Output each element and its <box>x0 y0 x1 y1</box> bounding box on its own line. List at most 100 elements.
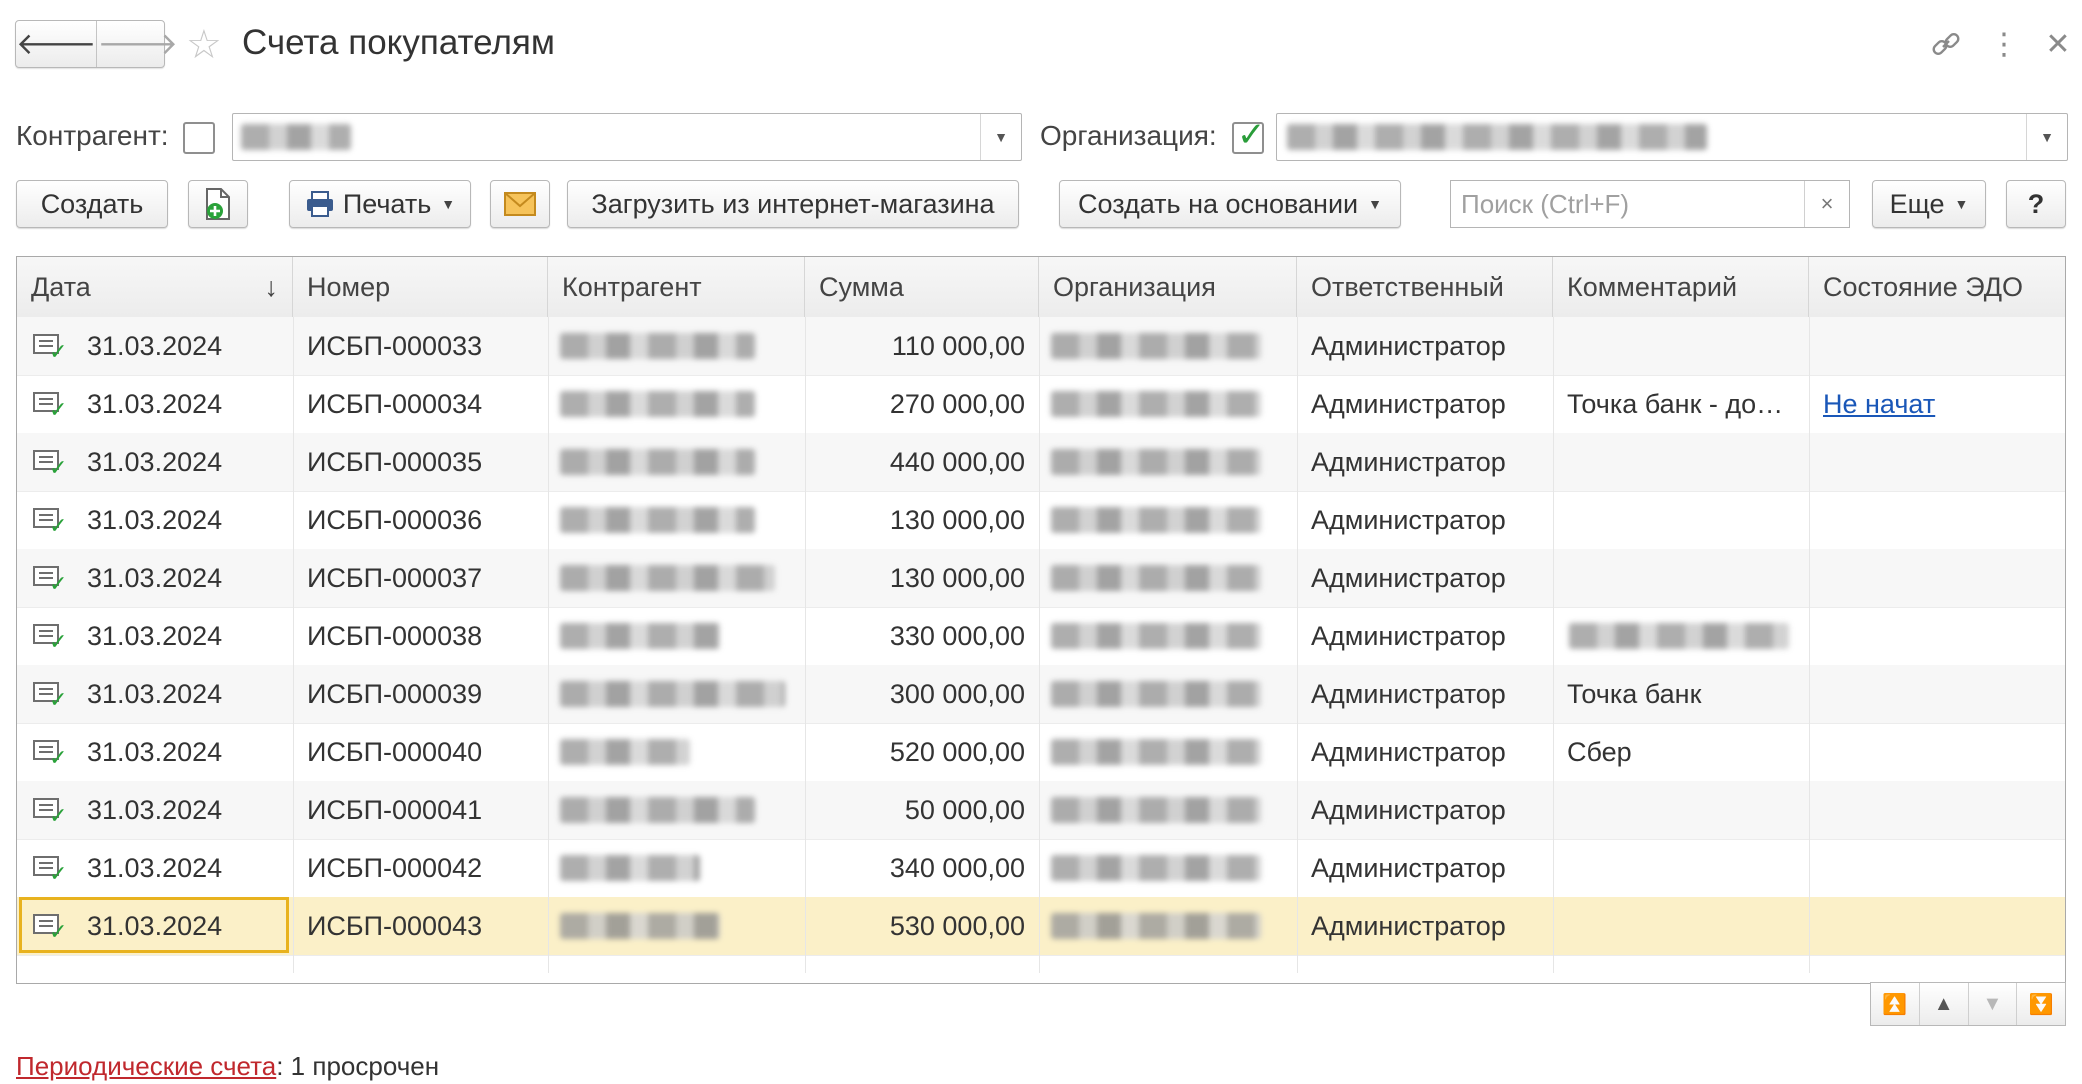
scroll-down-button[interactable]: ▼ <box>1969 983 2018 1025</box>
checkmark-icon: ✓ <box>49 803 68 828</box>
cell-counterparty-redacted <box>548 433 805 491</box>
page-title: Счета покупателям <box>242 23 555 62</box>
redacted-text <box>1051 507 1261 533</box>
document-posted-icon: ✓ <box>33 682 67 711</box>
table-row[interactable]: 31.03.2024 ИСБП-000041 50 000,00 Администра… <box>17 781 2065 840</box>
forward-button[interactable]: 🡒 <box>96 21 178 67</box>
redacted-text <box>560 623 720 649</box>
cell-comment <box>1553 433 1809 491</box>
organization-combo[interactable]: ▼ <box>1276 113 2068 161</box>
create-button[interactable]: Создать <box>16 180 168 228</box>
redacted-text <box>560 681 785 707</box>
cell-organization-redacted <box>1039 491 1297 549</box>
table-row[interactable]: 31.03.2024 ИСБП-000036 130 000,00 Администр… <box>17 491 2065 550</box>
cell-sum: 300 000,00 <box>889 679 1025 709</box>
cell-counterparty-redacted <box>548 375 805 433</box>
counterparty-label: Контрагент: <box>16 120 169 151</box>
cell-organization-redacted <box>1039 375 1297 433</box>
column-header-organization[interactable]: Организация <box>1039 257 1297 317</box>
close-icon[interactable]: ✕ <box>2036 22 2080 66</box>
edo-status-link[interactable]: Не начат <box>1809 375 2065 433</box>
column-header-comment[interactable]: Комментарий <box>1553 257 1809 317</box>
copy-document-button[interactable] <box>188 180 248 228</box>
printer-icon <box>306 191 333 217</box>
cell-edo <box>1809 781 2065 839</box>
table-row[interactable]: 31.03.2024 ИСБП-000033 110 000,00 Администр… <box>17 317 2065 376</box>
more-button[interactable]: Еще ▼ <box>1872 180 1986 228</box>
chevron-down-icon[interactable]: ▼ <box>980 114 1021 160</box>
scroll-to-bottom-button[interactable]: ⏬ <box>2017 983 2065 1025</box>
table-row[interactable]: 31.03.2024 ИСБП-000042 340 000,00 Администр… <box>17 839 2065 898</box>
cell-edo <box>1809 665 2065 723</box>
document-posted-icon: ✓ <box>33 624 67 653</box>
column-header-counterparty[interactable]: Контрагент <box>548 257 805 317</box>
redacted-text <box>1051 739 1261 765</box>
help-button[interactable]: ? <box>2006 180 2066 228</box>
cell-comment: Сбер <box>1567 737 1632 767</box>
column-header-sum[interactable]: Сумма <box>805 257 1039 317</box>
scroll-to-top-button[interactable]: ⏫ <box>1871 983 1920 1025</box>
table-row[interactable]: 31.03.2024 ИСБП-000043 530 000,00 Администр… <box>17 897 2065 956</box>
table-row[interactable]: 31.03.2024 ИСБП-000037 130 000,00 Администр… <box>17 549 2065 608</box>
table-row[interactable]: 31.03.2024 ИСБП-000039 300 000,00 Администр… <box>17 665 2065 724</box>
column-header-responsible[interactable]: Ответственный <box>1297 257 1553 317</box>
clear-search-button[interactable]: × <box>1804 181 1849 227</box>
document-posted-icon: ✓ <box>33 450 67 479</box>
search-field: × <box>1450 180 1850 228</box>
cell-responsible: Администратор <box>1311 621 1506 651</box>
organization-label: Организация: <box>1040 120 1217 151</box>
redacted-text <box>1051 333 1261 359</box>
cell-organization-redacted <box>1039 549 1297 607</box>
cell-number: ИСБП-000042 <box>307 853 483 883</box>
link-icon[interactable] <box>1924 22 1968 66</box>
chevron-down-icon[interactable]: ▼ <box>2026 114 2067 160</box>
load-from-shop-button[interactable]: Загрузить из интернет-магазина <box>567 180 1019 228</box>
create-based-on-button[interactable]: Создать на основании ▼ <box>1059 180 1401 228</box>
column-header-number[interactable]: Номер <box>293 257 548 317</box>
envelope-icon <box>504 192 536 216</box>
cell-number: ИСБП-000039 <box>307 679 483 709</box>
redacted-text <box>1051 391 1261 417</box>
more-label: Еще <box>1889 188 1945 219</box>
cell-comment <box>1553 781 1809 839</box>
table-row[interactable]: 31.03.2024 ИСБП-000038 330 000,00 Администр… <box>17 607 2065 666</box>
cell-sum: 530 000,00 <box>889 911 1025 941</box>
redacted-text <box>560 855 700 881</box>
organization-checkbox[interactable]: ✓ <box>1232 116 1266 154</box>
periodic-invoices-link[interactable]: Периодические счета <box>16 1051 276 1081</box>
search-input[interactable] <box>1451 181 1807 227</box>
arrow-down-icon: ▼ <box>1982 992 2003 1015</box>
print-label: Печать <box>342 188 432 219</box>
cell-comment <box>1553 897 1809 955</box>
cell-responsible: Администратор <box>1311 563 1506 593</box>
counterparty-combo[interactable]: ▼ <box>232 113 1022 161</box>
cell-edo <box>1809 491 2065 549</box>
table-scroll-buttons: ⏫ ▲ ▼ ⏬ <box>1870 982 2066 1026</box>
table-row[interactable]: 31.03.2024 ИСБП-000040 520 000,00 Администр… <box>17 723 2065 782</box>
cell-number: ИСБП-000041 <box>307 795 483 825</box>
cell-sum: 130 000,00 <box>889 563 1025 593</box>
cell-organization-redacted <box>1039 897 1297 955</box>
cell-number: ИСБП-000038 <box>307 621 483 651</box>
send-email-button[interactable] <box>490 180 550 228</box>
cell-number: ИСБП-000035 <box>307 447 483 477</box>
cell-counterparty-redacted <box>548 781 805 839</box>
redacted-text <box>1051 797 1261 823</box>
column-header-edo-state[interactable]: Состояние ЭДО <box>1809 257 2065 317</box>
redacted-text <box>1051 855 1261 881</box>
back-button[interactable]: 🡐 <box>16 21 96 67</box>
table-row[interactable]: 31.03.2024 ИСБП-000035 440 000,00 Администр… <box>17 433 2065 492</box>
redacted-text <box>560 391 755 417</box>
scroll-up-button[interactable]: ▲ <box>1920 983 1969 1025</box>
counterparty-checkbox[interactable] <box>183 122 215 154</box>
create-based-on-label: Создать на основании <box>1078 188 1359 219</box>
star-icon[interactable]: ☆ <box>186 22 222 68</box>
column-header-date[interactable]: Дата ↓ <box>17 257 293 317</box>
cell-edo <box>1809 433 2065 491</box>
print-button[interactable]: Печать ▼ <box>289 180 471 228</box>
table-row[interactable]: 31.03.2024 ИСБП-000034 270 000,00 Администр… <box>17 375 2065 434</box>
arrow-left-icon: 🡐 <box>16 28 97 61</box>
cell-counterparty-redacted <box>548 665 805 723</box>
kebab-icon[interactable]: ⋮ <box>1982 22 2026 66</box>
cell-counterparty-redacted <box>548 607 805 665</box>
